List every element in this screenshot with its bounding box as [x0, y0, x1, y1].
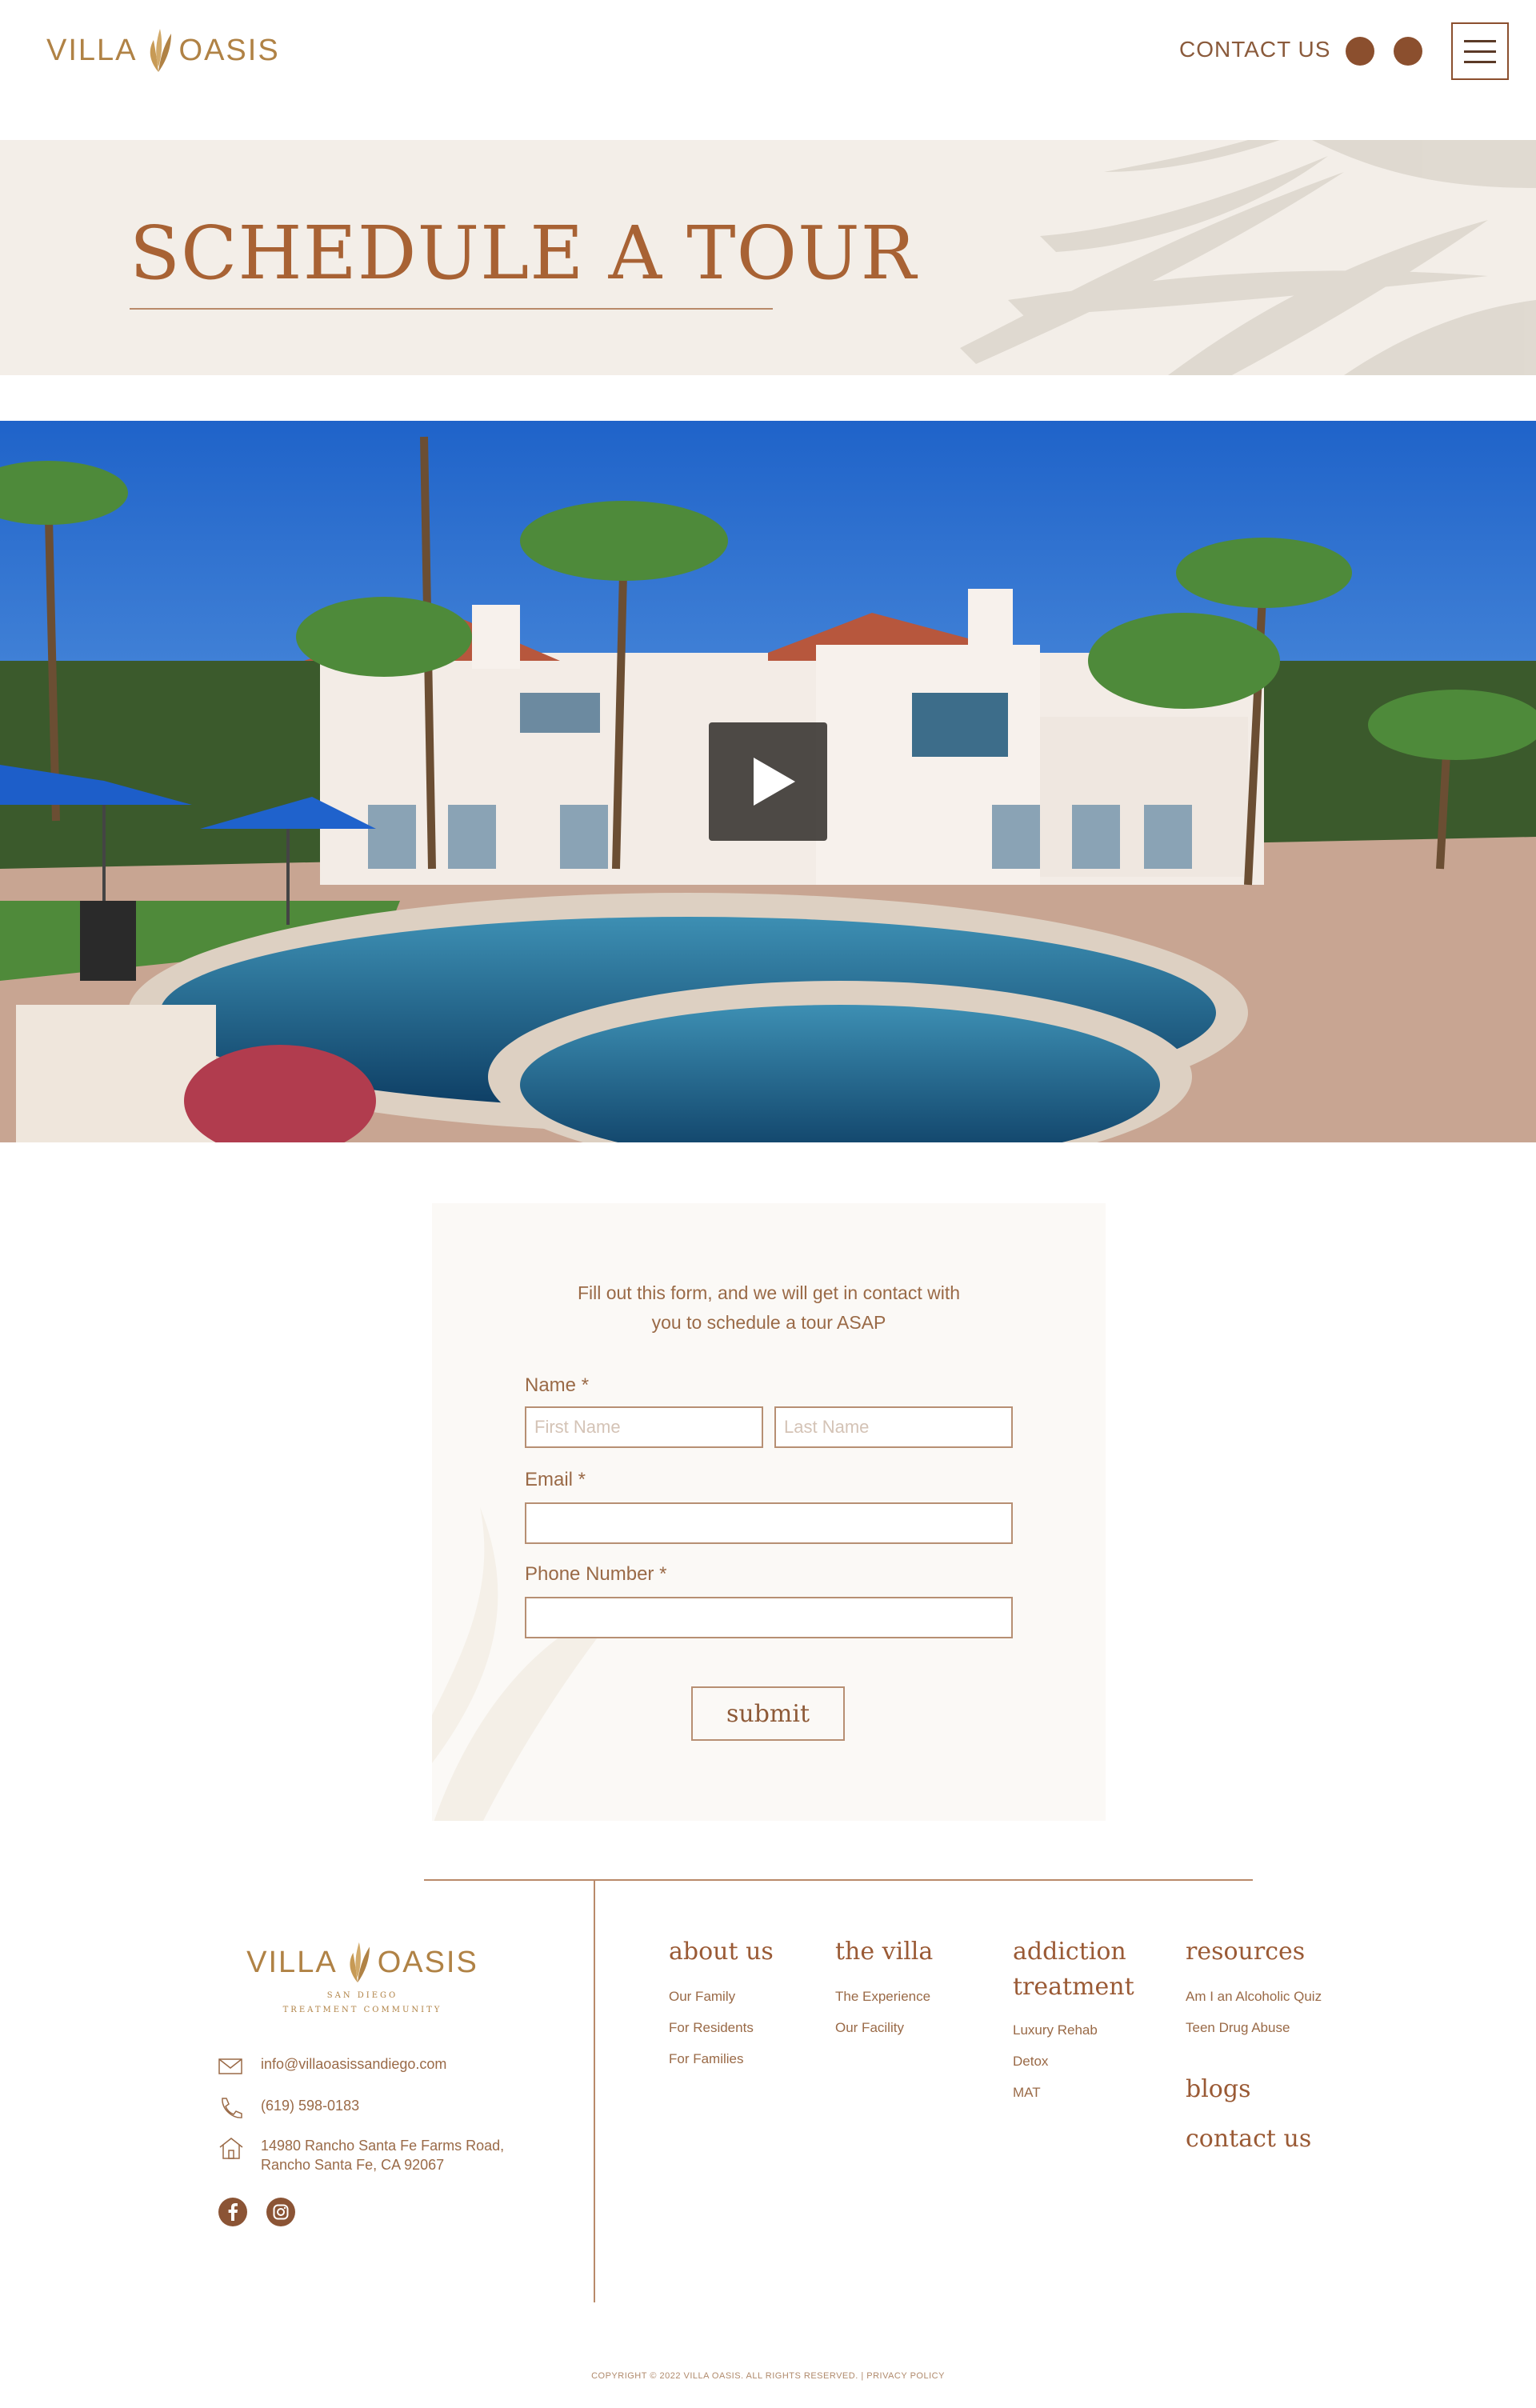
- footer-address-row: 14980 Rancho Santa Fe Farms Road, Rancho…: [218, 2136, 504, 2174]
- form-intro: Fill out this form, and we will get in c…: [432, 1278, 1106, 1338]
- footer-phone-row[interactable]: (619) 598-0183: [218, 2096, 359, 2120]
- phone-input[interactable]: [525, 1597, 1013, 1638]
- footer-link-for-residents[interactable]: For Residents: [669, 2020, 754, 2036]
- phone-label: Phone Number *: [525, 1563, 667, 1585]
- first-name-input[interactable]: [525, 1406, 763, 1448]
- play-video-button[interactable]: [709, 722, 827, 841]
- mail-icon: [218, 2058, 242, 2074]
- footer-link-teen-drug-abuse[interactable]: Teen Drug Abuse: [1186, 2020, 1290, 2036]
- page-title: SCHEDULE A TOUR: [130, 210, 917, 296]
- menu-line-icon: [1464, 39, 1496, 42]
- facebook-icon[interactable]: [218, 2197, 248, 2227]
- footer-link-mat[interactable]: MAT: [1013, 2085, 1041, 2101]
- email-label: Email *: [525, 1469, 586, 1490]
- name-label: Name *: [525, 1374, 590, 1396]
- leaf-watermark-decoration: [432, 1507, 624, 1821]
- form-intro-line2: you to schedule a tour ASAP: [651, 1312, 886, 1333]
- footer-logo[interactable]: VILLA OASIS SAN DIEGO TREATMENT COMMUNIT…: [238, 1941, 486, 2018]
- footer-link-the-experience[interactable]: The Experience: [835, 1989, 930, 2005]
- footer-vertical-divider: [594, 1880, 595, 2302]
- site-logo[interactable]: VILLA OASIS: [46, 27, 280, 74]
- logo-text-right: OASIS: [178, 33, 280, 67]
- footer-link-luxury-rehab[interactable]: Luxury Rehab: [1013, 2022, 1098, 2038]
- submit-button[interactable]: submit: [691, 1686, 845, 1741]
- instagram-icon[interactable]: [266, 2197, 296, 2227]
- footer-link-our-facility[interactable]: Our Facility: [835, 2020, 904, 2036]
- footer-resources-title[interactable]: resources: [1186, 1934, 1305, 1970]
- phone-icon: [222, 2098, 242, 2118]
- footer-address-line2: Rancho Santa Fe, CA 92067: [261, 2157, 445, 2173]
- play-icon: [754, 758, 795, 806]
- home-icon: [219, 2138, 243, 2159]
- footer-blogs-link[interactable]: blogs: [1186, 2072, 1250, 2107]
- footer-link-for-families[interactable]: For Families: [669, 2051, 744, 2067]
- palm-shadow-decoration: [960, 140, 1536, 375]
- email-input[interactable]: [525, 1502, 1013, 1544]
- menu-line-icon: [1464, 50, 1496, 53]
- menu-line-icon: [1464, 60, 1496, 63]
- title-underline: [130, 308, 773, 310]
- copyright: COPYRIGHT © 2022 VILLA OASIS. ALL RIGHTS…: [591, 2371, 945, 2381]
- footer-email-row[interactable]: info@villaoasissandiego.com: [218, 2054, 446, 2078]
- footer-link-our-family[interactable]: Our Family: [669, 1989, 735, 2005]
- footer-address-line1: 14980 Rancho Santa Fe Farms Road,: [261, 2138, 505, 2154]
- footer-tagline-line1: SAN DIEGO: [326, 1991, 398, 2000]
- leaf-logo-icon: [350, 1942, 370, 1983]
- footer-link-alcoholic-quiz[interactable]: Am I an Alcoholic Quiz: [1186, 1989, 1322, 2005]
- footer-contact-link[interactable]: contact us: [1186, 2122, 1311, 2157]
- tour-form: Fill out this form, and we will get in c…: [432, 1203, 1106, 1821]
- form-intro-line1: Fill out this form, and we will get in c…: [577, 1282, 961, 1303]
- site-header: VILLA OASIS CONTACT US: [0, 0, 1536, 104]
- footer-email[interactable]: info@villaoasissandiego.com: [261, 2054, 446, 2074]
- leaf-logo-icon: [150, 29, 171, 72]
- tour-video[interactable]: [0, 421, 1536, 1142]
- footer-villa-title[interactable]: the villa: [835, 1934, 933, 1970]
- footer-divider: [424, 1879, 1253, 1881]
- footer-tagline-line2: TREATMENT COMMUNITY: [282, 2006, 442, 2014]
- footer-addiction-title-line2[interactable]: treatment: [1013, 1970, 1134, 2005]
- footer-logo-text-left: VILLA: [246, 1945, 338, 1979]
- footer-about-title[interactable]: about us: [669, 1934, 774, 1970]
- footer-logo-text-right: OASIS: [377, 1945, 478, 1979]
- instagram-icon[interactable]: [1394, 37, 1422, 66]
- footer-addiction-title-line1[interactable]: addiction: [1013, 1934, 1126, 1970]
- last-name-input[interactable]: [774, 1406, 1013, 1448]
- footer-link-detox[interactable]: Detox: [1013, 2054, 1048, 2070]
- logo-text-left: VILLA: [46, 33, 138, 67]
- contact-us-link[interactable]: CONTACT US: [1179, 37, 1330, 62]
- footer-phone[interactable]: (619) 598-0183: [261, 2096, 359, 2115]
- facebook-icon[interactable]: [1346, 37, 1374, 66]
- hamburger-menu-button[interactable]: [1451, 22, 1509, 80]
- page-hero: SCHEDULE A TOUR: [0, 140, 1536, 375]
